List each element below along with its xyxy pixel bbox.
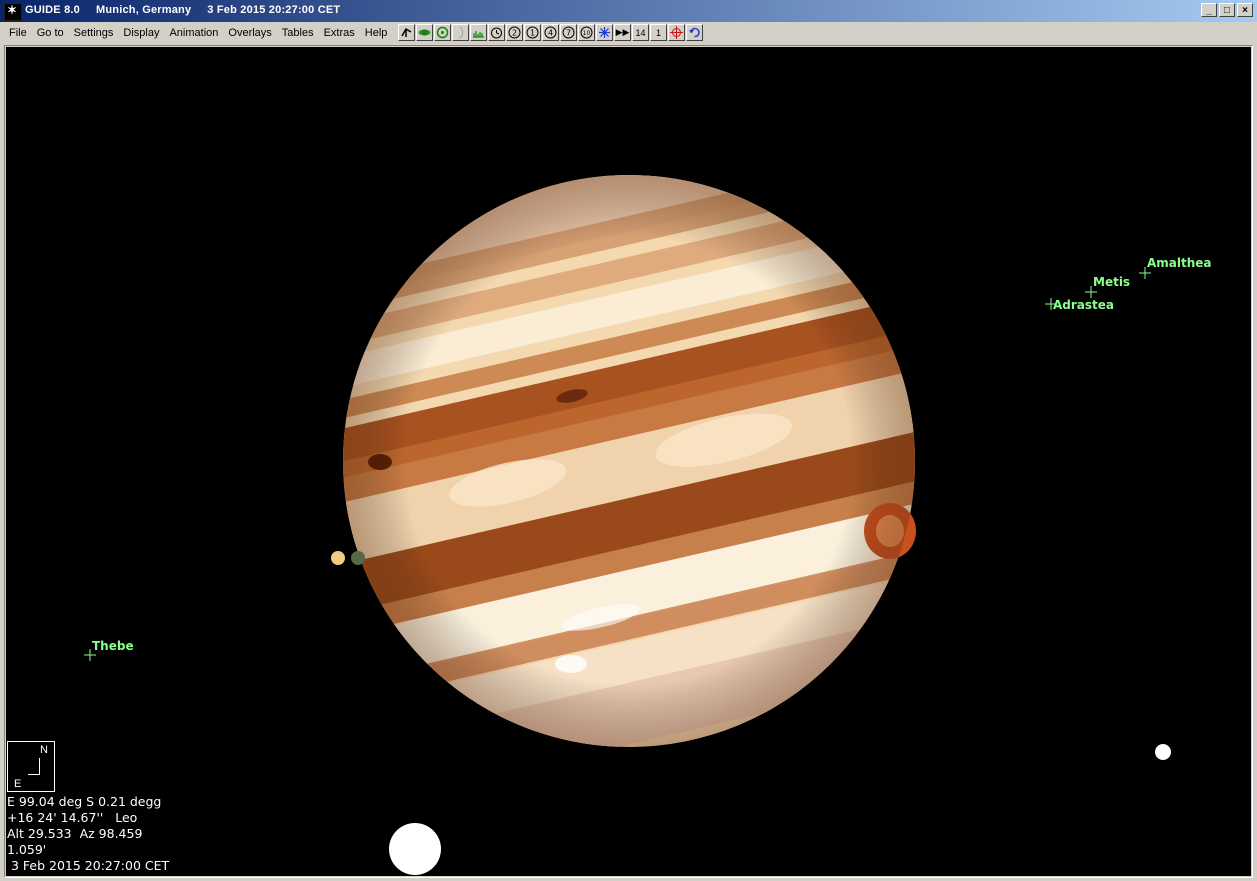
compass-east-line: [28, 774, 40, 775]
menu-settings[interactable]: Settings: [69, 22, 119, 44]
zoom-4-label: 4: [548, 29, 553, 38]
menu-display[interactable]: Display: [118, 22, 164, 44]
menu-animation[interactable]: Animation: [164, 22, 223, 44]
menu-help[interactable]: Help: [360, 22, 393, 44]
menu-tables[interactable]: Tables: [277, 22, 319, 44]
info-datetime: 3 Feb 2015 20:27:00 CET: [7, 858, 170, 873]
zoom-2-label: 2: [512, 29, 517, 38]
compass-north: N: [40, 744, 48, 756]
zoom-1-icon[interactable]: 1: [524, 24, 541, 41]
compass-north-line: [39, 758, 40, 774]
planet-icon[interactable]: [416, 24, 433, 41]
title-datetime: 3 Feb 2015 20:27:00 CET: [207, 4, 341, 16]
menu-extras[interactable]: Extras: [319, 22, 360, 44]
menu-bar: File Go to Settings Display Animation Ov…: [0, 22, 1257, 44]
binoculars-icon[interactable]: [398, 24, 415, 41]
undo-icon[interactable]: [686, 24, 703, 41]
sky-chart[interactable]: Amalthea Metis Adrastea Thebe N E E 99.0…: [6, 47, 1251, 876]
step-14-icon[interactable]: 14: [632, 24, 649, 41]
fast-forward-icon[interactable]: ▶▶: [614, 24, 631, 41]
moon-icon[interactable]: [452, 24, 469, 41]
minimize-button[interactable]: _: [1201, 3, 1217, 17]
info-field-size: 1.059': [7, 842, 47, 857]
close-button[interactable]: ×: [1237, 3, 1253, 17]
label-thebe[interactable]: Thebe: [92, 639, 134, 653]
info-coords: E 99.04 deg S 0.21 degg: [7, 794, 162, 809]
label-adrastea[interactable]: Adrastea: [1053, 298, 1114, 312]
galilean-moon[interactable]: [1155, 744, 1171, 760]
horizon-icon[interactable]: [470, 24, 487, 41]
crosshair-icon[interactable]: [668, 24, 685, 41]
zoom-2-icon[interactable]: 2: [506, 24, 523, 41]
zoom-4-icon[interactable]: 4: [542, 24, 559, 41]
zoom-10-label: 10: [583, 30, 591, 37]
galilean-moon[interactable]: [331, 551, 345, 565]
clock-icon[interactable]: [488, 24, 505, 41]
info-declination: +16 24' 14.67'' Leo: [7, 810, 138, 825]
title-bar[interactable]: GUIDE 8.0 Munich, Germany 3 Feb 2015 20:27…: [0, 0, 1257, 22]
compass-rose: N E: [7, 741, 55, 792]
sky-canvas[interactable]: [6, 47, 1251, 876]
compass-east: E: [14, 778, 22, 790]
zoom-10-icon[interactable]: 10: [578, 24, 595, 41]
location-name: Munich, Germany: [96, 4, 192, 16]
moon-shadow: [351, 551, 365, 565]
star-chart-icon[interactable]: [596, 24, 613, 41]
info-panel: E 99.04 deg S 0.21 degg +16 24' 14.67'' L…: [7, 794, 169, 874]
jupiter-planet[interactable]: [248, 101, 1010, 803]
toolbar: 2 1 4 7 10 ▶▶ 14 1: [398, 24, 703, 41]
zoom-7-label: 7: [566, 29, 571, 38]
app-name: GUIDE 8.0: [25, 4, 80, 16]
bright-star[interactable]: [389, 823, 441, 875]
menu-overlays[interactable]: Overlays: [223, 22, 276, 44]
target-icon[interactable]: [434, 24, 451, 41]
maximize-button[interactable]: □: [1219, 3, 1235, 17]
window-title: GUIDE 8.0 Munich, Germany 3 Feb 2015 20:27…: [25, 4, 356, 16]
zoom-7-icon[interactable]: 7: [560, 24, 577, 41]
zoom-1-label: 1: [530, 29, 535, 38]
label-metis[interactable]: Metis: [1093, 275, 1130, 289]
label-amalthea[interactable]: Amalthea: [1147, 256, 1212, 270]
info-altaz: Alt 29.533 Az 98.459: [7, 826, 143, 841]
menu-goto[interactable]: Go to: [32, 22, 69, 44]
step-1-icon[interactable]: 1: [650, 24, 667, 41]
app-icon[interactable]: [4, 3, 22, 21]
menu-file[interactable]: File: [4, 22, 32, 44]
